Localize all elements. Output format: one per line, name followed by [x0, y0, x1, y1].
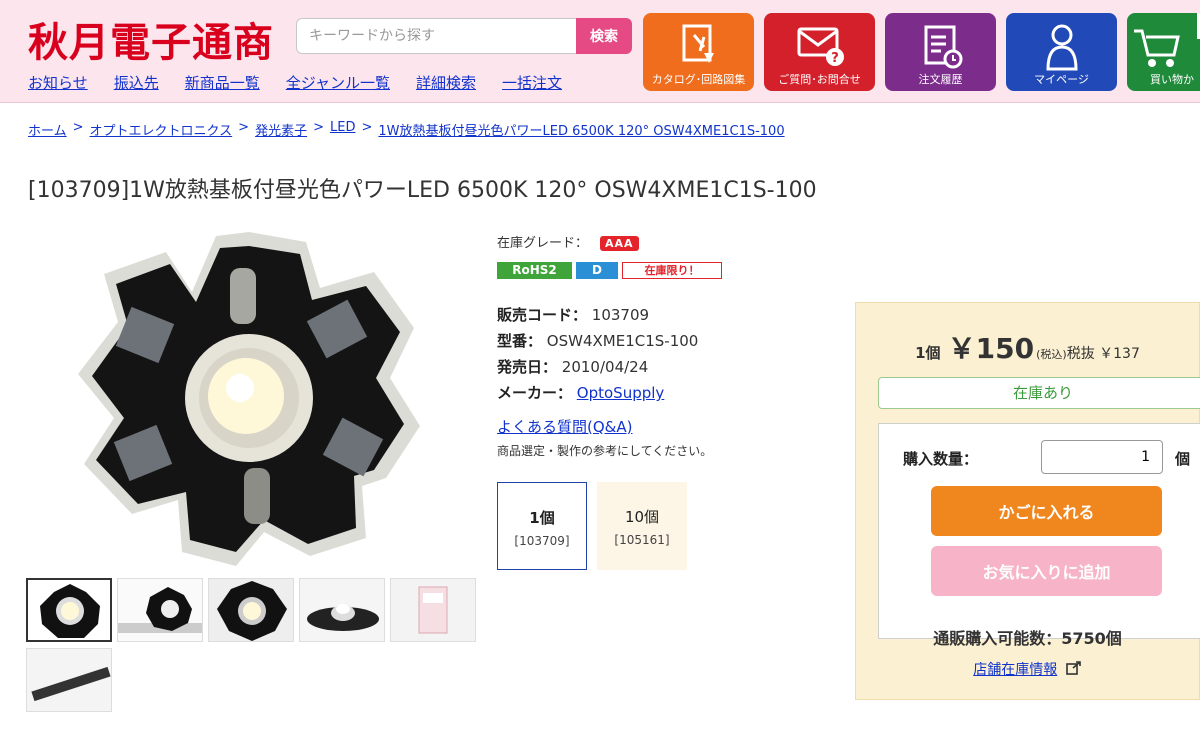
stock-grade: 在庫グレード： AAA [497, 232, 639, 251]
d-badge: D [576, 262, 618, 279]
breadcrumb-home[interactable]: ホーム [28, 120, 67, 139]
product-title: [103709]1W放熱基板付昼光色パワーLED 6500K 120° OSW4… [28, 178, 817, 203]
order-history-icon [916, 23, 966, 77]
thumbnail-3[interactable] [208, 578, 294, 642]
stock-grade-label: 在庫グレード： [497, 236, 589, 251]
nav-bank-transfer[interactable]: 振込先 [114, 72, 159, 93]
store-stock-link[interactable]: 店舗在庫情報 [973, 662, 1057, 678]
add-to-favorites-button[interactable]: お気に入りに追加 [931, 546, 1162, 596]
product-badges: RoHS2 D 在庫限り！ [497, 262, 722, 279]
breadcrumb-light-emitter[interactable]: 発光素子 [255, 120, 307, 139]
catalog-label: カタログ･回路図集 [651, 73, 746, 86]
search-bar: 検索 [296, 18, 632, 54]
cart-tile[interactable]: 1 買い物か [1127, 13, 1200, 91]
spec-label: 販売コード： [497, 306, 588, 324]
inquiry-tile[interactable]: ? ご質問･お問合せ [764, 13, 875, 91]
variant-qty: 10個 [624, 508, 660, 526]
rohs-badge: RoHS2 [497, 262, 572, 279]
variant-option[interactable]: 10個 [105161] [597, 482, 687, 570]
purchase-panel: 1個 ￥150(税込)税抜 ￥137 在庫あり 購入数量： 個 かごに入れる お… [855, 302, 1200, 700]
user-icon [1042, 23, 1082, 77]
variant-option-selected[interactable]: 1個 [103709] [497, 482, 587, 570]
store-stock: 店舗在庫情報 [856, 659, 1199, 679]
spec-label: 型番： [497, 332, 543, 350]
catalog-icon [674, 23, 724, 75]
maker-link[interactable]: OptoSupply [577, 384, 665, 402]
search-input[interactable] [296, 18, 578, 54]
header-tiles: カタログ･回路図集 ? ご質問･お問合せ 注文履歴 マイページ 1 買い物か [643, 13, 1200, 91]
spec-model-number: 型番： OSW4XME1C1S-100 [497, 330, 698, 351]
breadcrumb-led[interactable]: LED [330, 120, 355, 139]
order-box: 購入数量： 個 かごに入れる お気に入りに追加 [878, 423, 1200, 639]
quantity-unit: 個 [1175, 450, 1191, 468]
variant-code: [103709] [514, 534, 570, 548]
breadcrumb-current[interactable]: 1W放熱基板付昼光色パワーLED 6500K 120° OSW4XME1C1S-… [378, 120, 784, 139]
faq-link[interactable]: よくある質問(Q&A) [497, 416, 632, 437]
cart-icon [1132, 23, 1182, 73]
nav-all-genres[interactable]: 全ジャンル一覧 [286, 72, 390, 93]
mypage-tile[interactable]: マイページ [1006, 13, 1117, 91]
thumbnail-6[interactable] [26, 648, 112, 712]
available-quantity: 通販購入可能数：5750個 [933, 629, 1122, 648]
thumbnail-4[interactable] [299, 578, 385, 642]
add-to-cart-button[interactable]: かごに入れる [931, 486, 1162, 536]
spec-label: 発売日： [497, 358, 558, 376]
catalog-tile[interactable]: カタログ･回路図集 [643, 13, 754, 91]
stock-grade-badge: AAA [600, 236, 639, 251]
nav-advanced-search[interactable]: 詳細検索 [416, 72, 476, 93]
price-tax-in-label: (税込) [1036, 348, 1067, 361]
faq-note: 商品選定・製作の参考にしてください。 [497, 444, 713, 458]
breadcrumb: ホーム > オプトエレクトロニクス > 発光素子 > LED > 1W放熱基板付… [28, 120, 785, 139]
quantity-label: 購入数量： [903, 450, 979, 468]
price-display: 1個 ￥150 (税込)税抜 ￥137 [856, 327, 1199, 367]
site-header: 秋月電子通商 検索 お知らせ 振込先 新商品一覧 全ジャンル一覧 詳細検索 一括… [0, 0, 1200, 103]
limited-stock-badge: 在庫限り！ [622, 262, 722, 279]
site-logo[interactable]: 秋月電子通商 [28, 10, 274, 68]
price-tax-ex: 税抜 ￥137 [1066, 346, 1140, 362]
breadcrumb-optoelectronics[interactable]: オプトエレクトロニクス [90, 120, 233, 139]
cart-label: 買い物か [1150, 73, 1194, 86]
price-unit: 1個 [915, 344, 941, 362]
order-history-tile[interactable]: 注文履歴 [885, 13, 996, 91]
spec-maker: メーカー： OptoSupply [497, 382, 664, 403]
nav-new-products[interactable]: 新商品一覧 [185, 72, 260, 93]
spec-value: OSW4XME1C1S-100 [546, 332, 699, 350]
spec-label: メーカー： [497, 384, 573, 402]
product-main-image[interactable] [74, 228, 424, 570]
nav-bulk-order[interactable]: 一括注文 [502, 72, 562, 93]
mail-question-icon: ? [793, 23, 847, 75]
nav-news[interactable]: お知らせ [28, 72, 88, 93]
spec-release-date: 発売日： 2010/04/24 [497, 356, 648, 377]
spec-value: 103709 [591, 306, 650, 324]
stock-status: 在庫あり [878, 377, 1200, 409]
price-value: ￥150 [947, 332, 1035, 365]
spec-sales-code: 販売コード： 103709 [497, 304, 649, 325]
external-link-icon [1065, 661, 1082, 679]
quantity-input[interactable] [1041, 440, 1163, 474]
search-button[interactable]: 検索 [576, 18, 632, 54]
svg-text:?: ? [831, 51, 839, 66]
thumbnail-1[interactable] [26, 578, 112, 642]
variant-qty: 1個 [529, 509, 555, 527]
spec-value: 2010/04/24 [561, 358, 649, 376]
thumbnail-5[interactable] [390, 578, 476, 642]
header-nav: お知らせ 振込先 新商品一覧 全ジャンル一覧 詳細検索 一括注文 [28, 72, 588, 93]
order-history-label: 注文履歴 [918, 73, 963, 86]
inquiry-label: ご質問･お問合せ [778, 73, 861, 86]
mypage-label: マイページ [1034, 73, 1089, 86]
variant-code: [105161] [614, 533, 670, 547]
thumbnail-2[interactable] [117, 578, 203, 642]
